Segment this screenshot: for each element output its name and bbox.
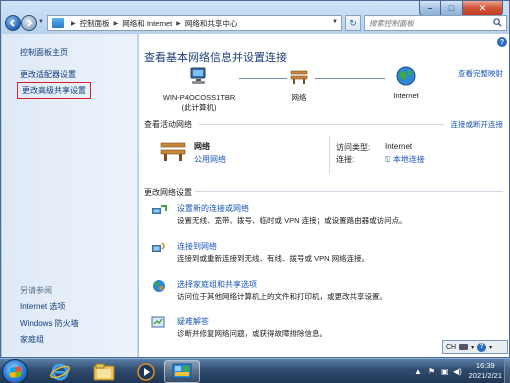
network-type-link[interactable]: 公用网络: [194, 154, 226, 165]
view-full-map-link[interactable]: 查看完整映射: [458, 68, 503, 79]
bench-network-icon: [290, 70, 308, 84]
task-title[interactable]: 设置新的连接或网络: [177, 203, 249, 214]
breadcrumb-separator[interactable]: ▶: [114, 20, 119, 27]
internet-map-label: Internet: [393, 91, 419, 100]
active-networks-heading: 查看活动网络: [144, 120, 192, 129]
homegroup-icon: [153, 280, 165, 292]
computer-name-label: WIN-P4OCOSS1TBR: [162, 93, 236, 102]
globe-icon: [396, 66, 416, 86]
internet-explorer-icon: [50, 363, 70, 380]
breadcrumb-network-sharing-center[interactable]: 网络和共享中心: [185, 18, 238, 29]
map-node-network[interactable]: 网络: [279, 67, 319, 103]
local-connection-link[interactable]: ⍂ 本地连接: [385, 154, 425, 165]
clock-date: 2021/2/21: [468, 371, 502, 380]
breadcrumb-control-panel[interactable]: 控制面板: [80, 18, 110, 29]
flag-icon[interactable]: ⚑: [428, 367, 435, 376]
breadcrumb-separator[interactable]: ▶: [71, 20, 76, 27]
vertical-divider: [329, 136, 330, 174]
task-description: 诊断并修复网络问题，或获得故障排除信息。: [177, 329, 327, 338]
explorer-folder-icon: [93, 363, 115, 380]
start-button[interactable]: [2, 359, 28, 383]
taskbar-control-panel[interactable]: [164, 360, 200, 383]
taskbar-media-player[interactable]: [128, 360, 164, 383]
page-title: 查看基本网络信息并设置连接: [144, 52, 287, 64]
map-node-internet[interactable]: Internet: [381, 65, 431, 101]
refresh-button[interactable]: ↻: [345, 15, 361, 31]
section-divider: [195, 191, 503, 192]
back-button[interactable]: [5, 15, 21, 31]
taskbar: ▲ ⚑ ▣ ◀) 16:39 2021/2/21: [0, 358, 510, 383]
task-description: 设置无线、宽带、拨号、临时或 VPN 连接；或设置路由器或访问点。: [177, 216, 407, 225]
taskbar-internet-explorer[interactable]: [42, 360, 78, 383]
access-type-value: Internet: [385, 142, 413, 151]
sidebar-link-change-adapter-settings[interactable]: 更改适配器设置: [20, 69, 76, 80]
control-panel-icon: [172, 363, 192, 378]
connect-disconnect-link[interactable]: 连接或断开连接: [451, 119, 504, 130]
recent-pages-dropdown[interactable]: ▼: [38, 19, 44, 25]
task-description: 连接到或重新连接到无线、有线、拨号或 VPN 网络连接。: [177, 254, 370, 263]
sidebar-link-control-panel-home[interactable]: 控制面板主页: [20, 47, 68, 58]
troubleshoot-icon: [151, 316, 165, 328]
sidebar-link-internet-options[interactable]: Internet 选项: [20, 301, 65, 312]
taskbar-explorer[interactable]: [86, 360, 122, 383]
connect-network-icon: [152, 242, 165, 252]
sidebar-link-change-advanced-sharing[interactable]: 更改高级共享设置: [17, 82, 91, 99]
task-title[interactable]: 连接到网络: [177, 241, 217, 252]
system-tray: ▲ ⚑ ▣ ◀) 16:39 2021/2/21: [410, 359, 510, 383]
search-box[interactable]: [364, 15, 507, 31]
sidebar-link-windows-firewall[interactable]: Windows 防火墙: [20, 318, 79, 329]
clock[interactable]: 16:39 2021/2/21: [469, 361, 502, 381]
network-map-label: 网络: [291, 93, 307, 102]
see-also-heading: 另请参阅: [20, 286, 52, 295]
language-indicator[interactable]: CH: [446, 344, 456, 351]
computer-icon: [190, 67, 206, 84]
network-setup-icon: [152, 205, 167, 214]
active-network-name: 网络: [194, 142, 210, 151]
lang-option-icon[interactable]: ▾: [471, 344, 474, 351]
windows-logo-icon: [10, 366, 21, 378]
lang-menu-icon[interactable]: ▾: [489, 344, 492, 351]
search-input[interactable]: [369, 18, 489, 28]
bench-network-icon: [160, 142, 186, 161]
address-bar[interactable]: ▶ 控制面板 ▶ 网络和 Internet ▶ 网络和共享中心 ▼: [47, 15, 342, 31]
main-content: ? 查看基本网络信息并设置连接 查看完整映射 WIN-P4OCOSS1TBR (…: [139, 34, 509, 357]
task-description: 访问位于其他网络计算机上的文件和打印机，或更改共享设置。: [177, 292, 387, 301]
network-icon[interactable]: ▣: [441, 367, 449, 376]
media-player-icon: [137, 362, 155, 381]
ethernet-icon: ⍂: [385, 155, 390, 164]
section-divider: [199, 124, 444, 125]
map-node-computer[interactable]: WIN-P4OCOSS1TBR (此计算机): [154, 67, 244, 113]
search-icon[interactable]: [493, 18, 502, 29]
navigation-bar: ▼ ▶ 控制面板 ▶ 网络和 Internet ▶ 网络和共享中心 ▼ ↻: [5, 14, 507, 32]
breadcrumb-separator[interactable]: ▶: [176, 20, 181, 27]
breadcrumb-network-internet[interactable]: 网络和 Internet: [122, 18, 172, 29]
task-title[interactable]: 选择家庭组和共享选项: [177, 279, 257, 290]
arrow-left-icon: [9, 19, 15, 27]
local-connection-label[interactable]: 本地连接: [393, 155, 425, 164]
task-title[interactable]: 疑难解答: [177, 316, 209, 327]
sidebar-link-homegroup[interactable]: 家庭组: [20, 334, 44, 345]
change-settings-heading: 更改网络设置: [144, 188, 192, 197]
map-link-line: [315, 78, 385, 79]
computer-sub-label: (此计算机): [181, 103, 217, 112]
help-button[interactable]: ?: [497, 37, 507, 47]
show-hidden-icons-button[interactable]: ▲: [414, 367, 422, 376]
language-bar[interactable]: CH ▾ ? ▾: [442, 340, 508, 354]
connections-label: 连接:: [336, 155, 355, 164]
arrow-right-icon: [27, 19, 33, 27]
help-icon[interactable]: ?: [477, 342, 487, 352]
address-dropdown-icon[interactable]: ▼: [332, 19, 338, 25]
forward-button[interactable]: [21, 15, 37, 31]
volume-icon[interactable]: ◀): [453, 367, 462, 376]
clock-time: 16:39: [475, 361, 495, 370]
keyboard-icon: [459, 344, 469, 350]
sidebar: 控制面板主页 更改适配器设置 更改高级共享设置 另请参阅 Internet 选项…: [2, 34, 138, 357]
access-type-label: 访问类型:: [336, 143, 371, 152]
network-sharing-center-window: – □ ✕ ▼ ▶ 控制面板 ▶ 网络和 Internet ▶ 网络和共享中心 …: [0, 0, 510, 358]
control-panel-icon: [52, 18, 64, 28]
show-desktop-button[interactable]: [504, 359, 510, 383]
